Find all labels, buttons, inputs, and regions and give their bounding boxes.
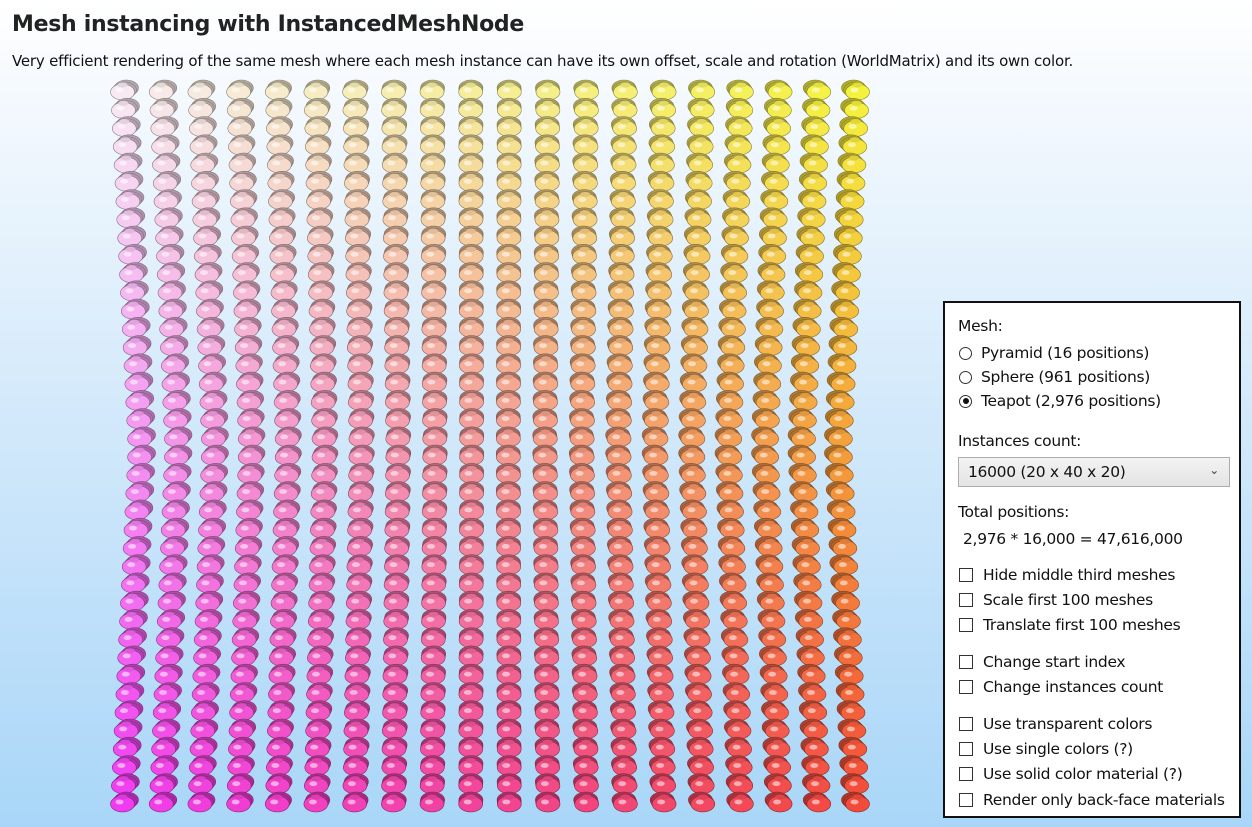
checkbox-label: Render only back-face materials bbox=[983, 791, 1225, 809]
checkbox-box[interactable] bbox=[959, 655, 973, 669]
instances-count-value: 16000 (20 x 40 x 20) bbox=[968, 463, 1126, 481]
checkbox-box[interactable] bbox=[959, 568, 973, 582]
radio-teapot[interactable]: Teapot (2,976 positions) bbox=[959, 392, 1161, 410]
total-positions-value: 2,976 * 16,000 = 47,616,000 bbox=[963, 530, 1183, 548]
checkbox-use-solid-color-material[interactable]: Use solid color material (?) bbox=[959, 765, 1183, 783]
checkbox-scale-first-100[interactable]: Scale first 100 meshes bbox=[959, 591, 1153, 609]
header: Mesh instancing with InstancedMeshNode V… bbox=[0, 0, 1252, 80]
checkbox-use-single-colors[interactable]: Use single colors (?) bbox=[959, 740, 1133, 758]
checkbox-box[interactable] bbox=[959, 680, 973, 694]
checkbox-label: Change instances count bbox=[983, 678, 1164, 696]
total-positions-label: Total positions: bbox=[958, 503, 1070, 521]
checkbox-hide-middle-third[interactable]: Hide middle third meshes bbox=[959, 566, 1175, 584]
checkbox-box[interactable] bbox=[959, 767, 973, 781]
checkbox-box[interactable] bbox=[959, 618, 973, 632]
radio-pyramid-indicator[interactable] bbox=[959, 346, 972, 360]
radio-teapot-label: Teapot (2,976 positions) bbox=[981, 392, 1161, 410]
checkbox-render-back-face[interactable]: Render only back-face materials bbox=[959, 791, 1225, 809]
page-title: Mesh instancing with InstancedMeshNode bbox=[12, 12, 524, 37]
radio-pyramid[interactable]: Pyramid (16 positions) bbox=[959, 344, 1149, 362]
checkbox-label: Scale first 100 meshes bbox=[983, 591, 1153, 609]
checkbox-label: Use transparent colors bbox=[983, 715, 1153, 733]
checkbox-label: Change start index bbox=[983, 653, 1126, 671]
3d-viewport[interactable] bbox=[110, 78, 870, 827]
checkbox-box[interactable] bbox=[959, 717, 973, 731]
teapot-instances-scene bbox=[110, 79, 870, 813]
checkbox-box[interactable] bbox=[959, 593, 973, 607]
checkbox-box[interactable] bbox=[959, 742, 973, 756]
checkbox-box[interactable] bbox=[959, 793, 973, 807]
page-description: Very efficient rendering of the same mes… bbox=[12, 52, 1074, 70]
checkbox-translate-first-100[interactable]: Translate first 100 meshes bbox=[959, 616, 1181, 634]
checkbox-label: Use single colors (?) bbox=[983, 740, 1133, 758]
settings-panel: Mesh: Pyramid (16 positions) Sphere (961… bbox=[943, 301, 1241, 818]
radio-pyramid-label: Pyramid (16 positions) bbox=[981, 344, 1150, 362]
checkbox-change-start-index[interactable]: Change start index bbox=[959, 653, 1126, 671]
checkbox-use-transparent-colors[interactable]: Use transparent colors bbox=[959, 715, 1152, 733]
radio-sphere[interactable]: Sphere (961 positions) bbox=[959, 368, 1150, 386]
checkbox-change-instances-count[interactable]: Change instances count bbox=[959, 678, 1163, 696]
mesh-label: Mesh: bbox=[958, 317, 1003, 335]
radio-sphere-label: Sphere (961 positions) bbox=[981, 368, 1151, 386]
teapot-grid bbox=[110, 79, 870, 813]
radio-sphere-indicator[interactable] bbox=[959, 370, 972, 384]
checkbox-label: Use solid color material (?) bbox=[983, 765, 1183, 783]
checkbox-label: Translate first 100 meshes bbox=[983, 616, 1181, 634]
checkbox-label: Hide middle third meshes bbox=[983, 566, 1176, 584]
instances-count-label: Instances count: bbox=[958, 432, 1082, 450]
instances-count-dropdown[interactable]: 16000 (20 x 40 x 20) ⌄ bbox=[958, 457, 1230, 487]
radio-teapot-indicator[interactable] bbox=[959, 394, 972, 408]
chevron-down-icon: ⌄ bbox=[1209, 463, 1219, 477]
